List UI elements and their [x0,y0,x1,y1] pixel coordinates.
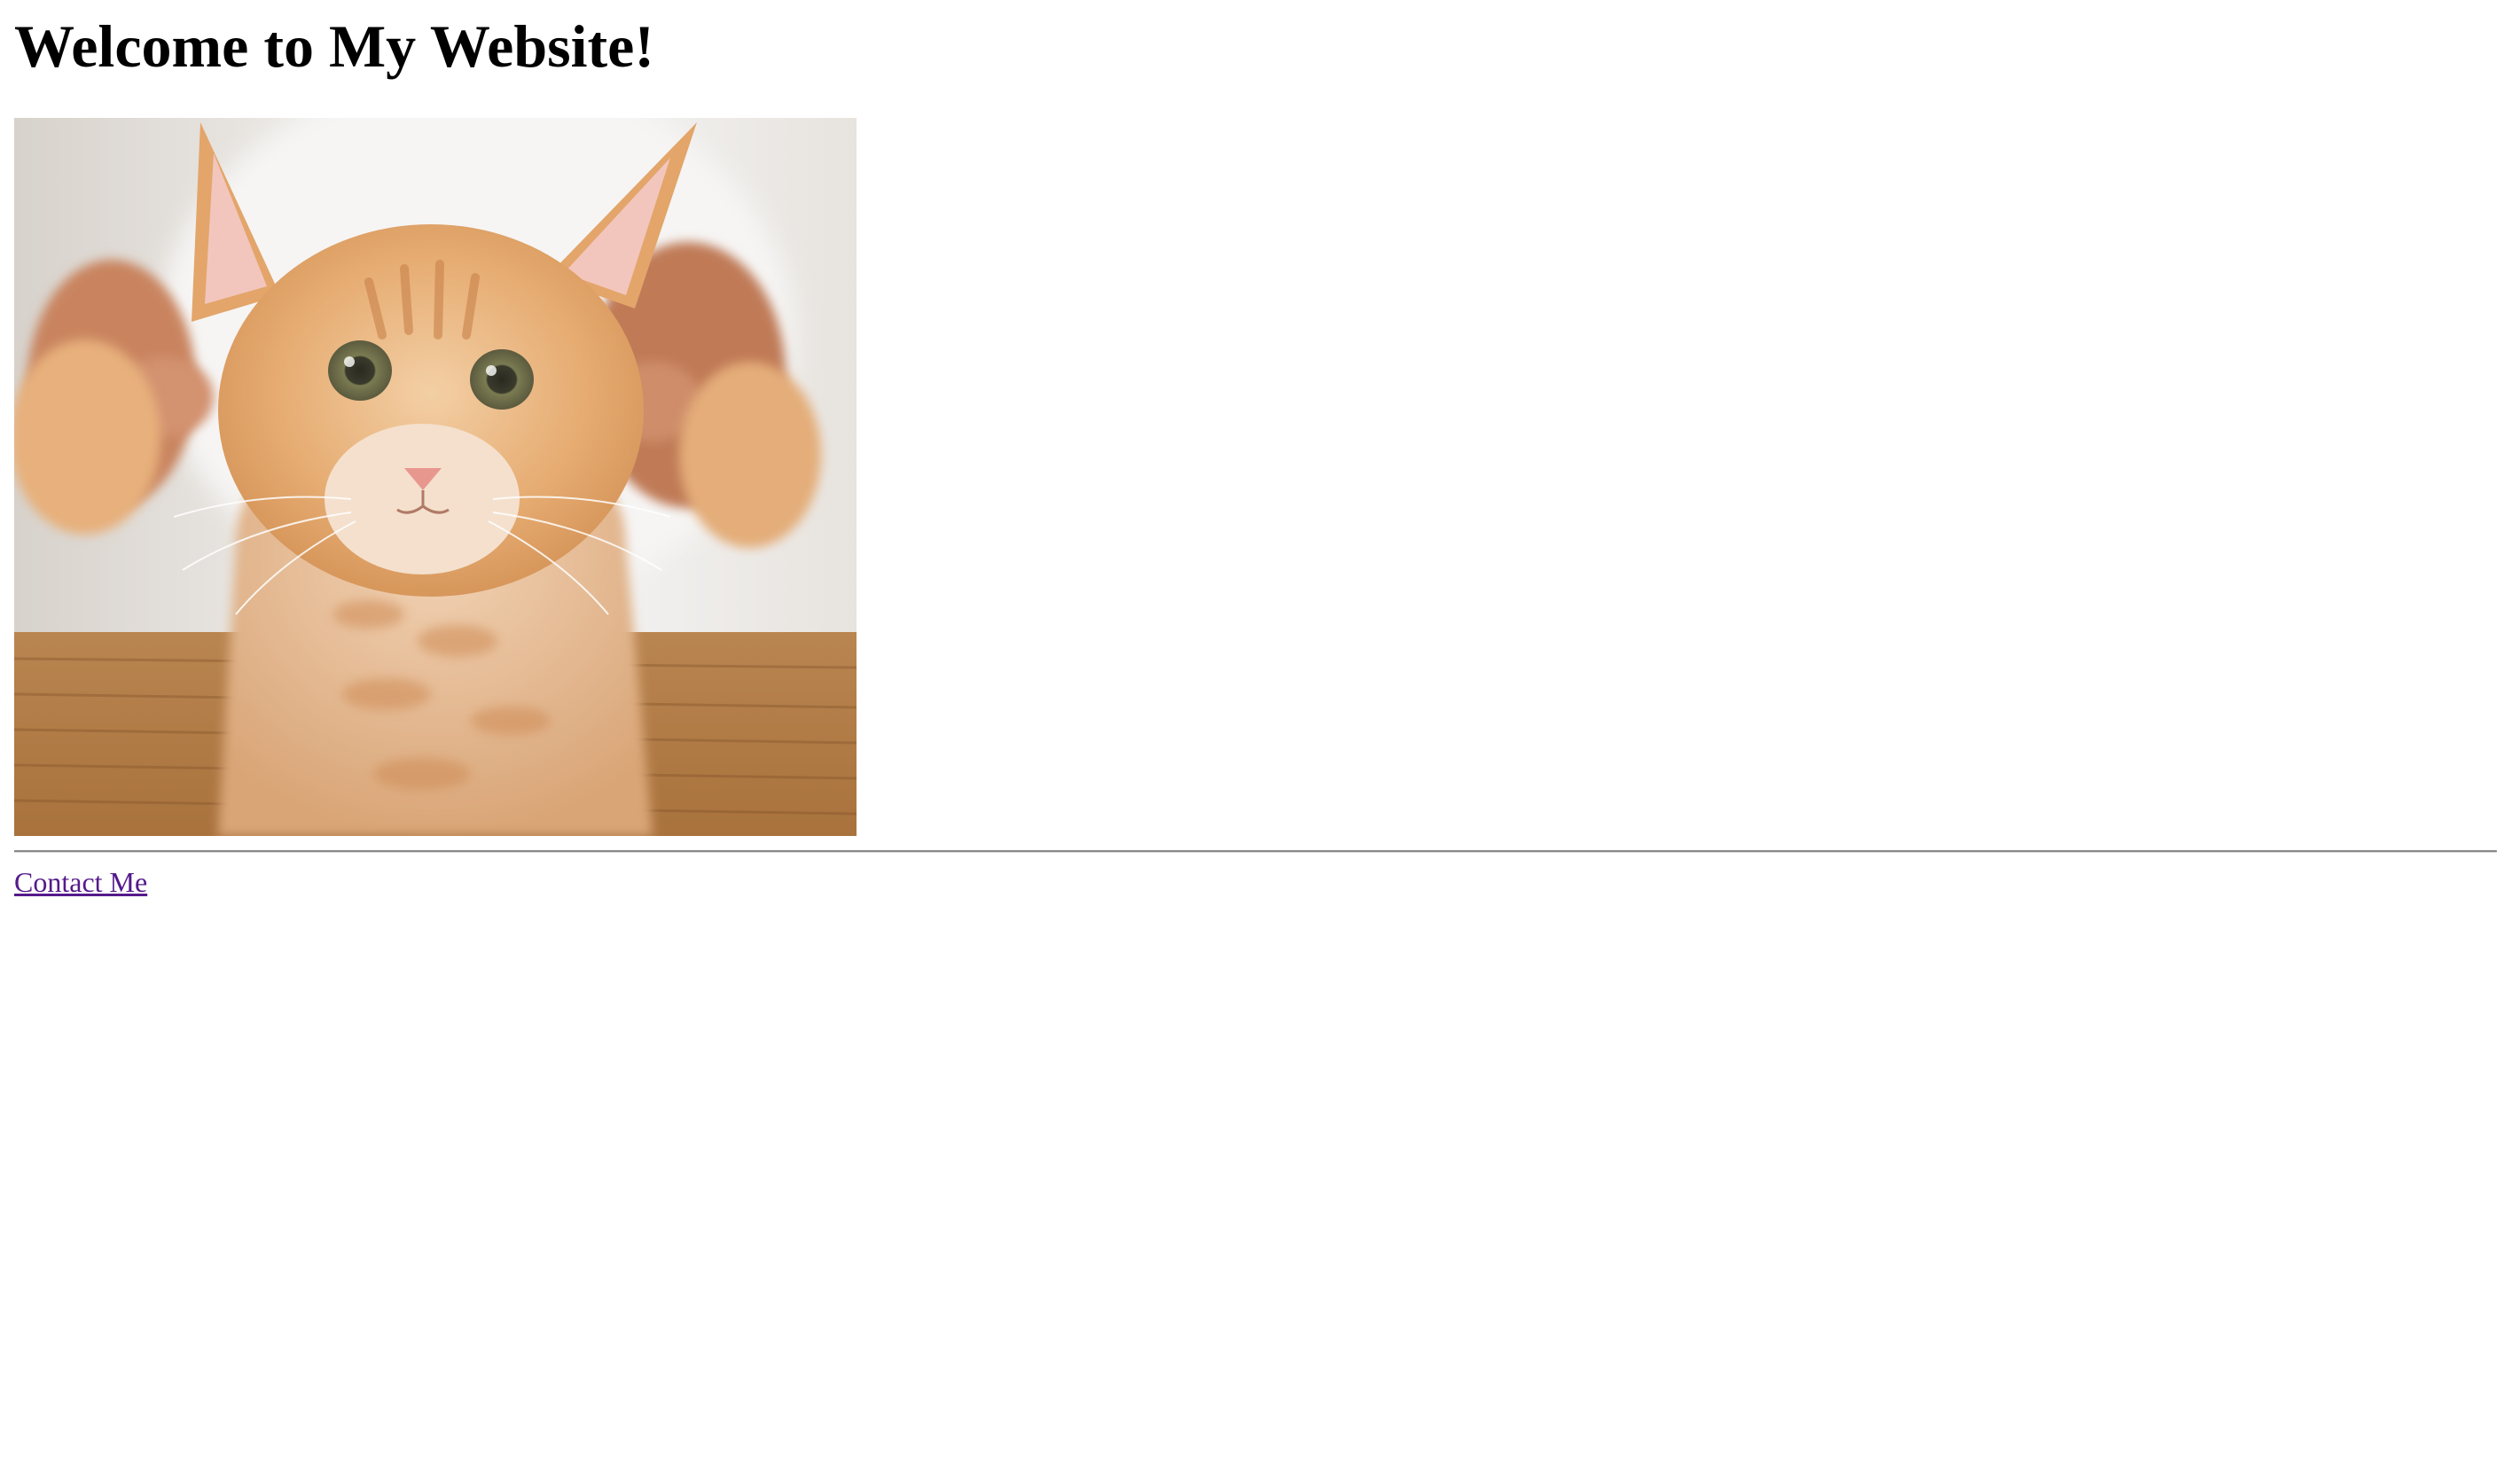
horizontal-divider [14,850,2497,853]
contact-me-link[interactable]: Contact Me [14,865,147,899]
page-title: Welcome to My Website! [14,12,655,80]
kitten-image [14,118,857,836]
page: Welcome to My Website! Contact Me [14,0,2497,899]
kitten-photo [14,118,857,836]
